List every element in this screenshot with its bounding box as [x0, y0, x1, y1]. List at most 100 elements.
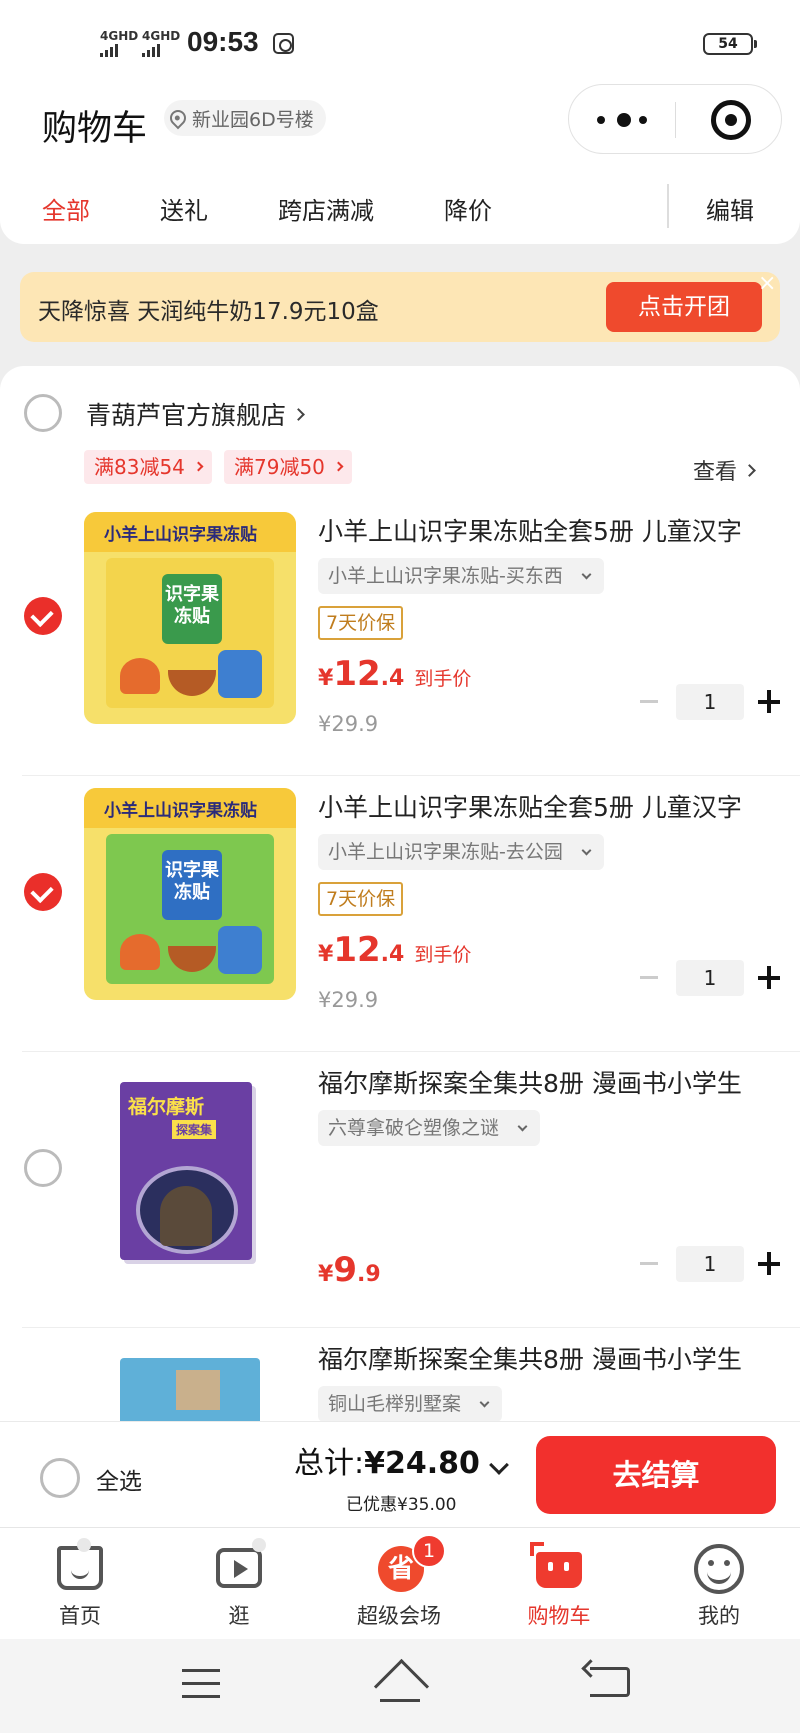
shop-name: 青葫芦官方旗舰店	[86, 401, 287, 430]
select-all-label[interactable]: 全选	[96, 1462, 142, 1496]
tab-cart[interactable]: 购物车	[494, 1528, 624, 1640]
sku-label: 铜山毛榉别墅案	[328, 1393, 462, 1415]
product-image[interactable]: 小羊上山识字果冻贴 识字果冻贴	[84, 788, 296, 1000]
tab-cross-store-discount[interactable]: 跨店满减	[278, 191, 374, 226]
quantity-stepper: 1	[640, 1246, 786, 1282]
shop-name-link[interactable]: 青葫芦官方旗舰店	[86, 396, 305, 432]
coupon-label: 满83减54	[94, 455, 185, 479]
bottom-tab-bar: 首页 逛 省 1 超级会场 购物车 我的	[0, 1527, 800, 1639]
item-checkbox[interactable]	[24, 1149, 62, 1187]
edit-button[interactable]: 编辑	[706, 191, 754, 226]
more-icon[interactable]	[597, 113, 657, 127]
coupon-tag[interactable]: 满79减50	[224, 450, 352, 484]
total-amount: 总计:¥24.80	[294, 1446, 480, 1481]
app-notification-icon	[273, 33, 294, 54]
tab-label: 超级会场	[357, 1604, 441, 1628]
clock: 09:53	[187, 26, 259, 57]
view-coupons-link[interactable]: 查看	[693, 454, 756, 486]
location-selector[interactable]: 新业园6D号楼	[164, 100, 326, 136]
increase-button[interactable]	[758, 1252, 782, 1276]
recent-apps-icon[interactable]	[182, 1669, 220, 1699]
increase-button[interactable]	[758, 690, 782, 714]
location-pin-icon	[166, 106, 190, 130]
product-title[interactable]: 福尔摩斯探案全集共8册 漫画书小学生	[318, 1340, 742, 1376]
network-indicator-2: 4GHD	[142, 29, 181, 43]
dot-badge	[252, 1538, 266, 1552]
chevron-down-icon[interactable]	[489, 1455, 509, 1475]
filter-tabs: 全部 送礼 跨店满减 降价 编辑	[0, 184, 800, 230]
sku-label: 小羊上山识字果冻贴-买东西	[328, 565, 563, 587]
tab-home[interactable]: 首页	[15, 1528, 145, 1640]
home-icon	[57, 1546, 103, 1590]
tab-super-venue[interactable]: 省 1 超级会场	[334, 1528, 464, 1640]
chevron-right-icon	[292, 407, 305, 421]
count-badge: 1	[412, 1534, 446, 1568]
chevron-right-icon	[333, 461, 344, 472]
cart-item: 小羊上山识字果冻贴 识字果冻贴 小羊上山识字果冻贴全套5册 儿童汉字 小羊上山识…	[0, 500, 800, 776]
decrease-button[interactable]	[640, 976, 658, 979]
sku-label: 六尊拿破仑塑像之谜	[328, 1117, 500, 1139]
decrease-button[interactable]	[640, 700, 658, 703]
chevron-down-icon	[517, 1121, 528, 1132]
chevron-down-icon	[581, 569, 592, 580]
product-title[interactable]: 小羊上山识字果冻贴全套5册 儿童汉字	[318, 512, 742, 548]
tab-me[interactable]: 我的	[654, 1528, 784, 1640]
play-icon	[216, 1548, 262, 1588]
status-bar: 4GHD 4GHD 09:53 54	[0, 0, 800, 84]
checkout-button[interactable]: 去结算	[536, 1436, 776, 1514]
cart-item: 小羊上山识字果冻贴 识字果冻贴 小羊上山识字果冻贴全套5册 儿童汉字 小羊上山识…	[0, 776, 800, 1052]
tab-browse[interactable]: 逛	[174, 1528, 304, 1640]
join-group-button[interactable]: 点击开团	[606, 282, 762, 332]
tab-divider	[667, 184, 669, 228]
sku-selector[interactable]: 六尊拿破仑塑像之谜	[318, 1110, 541, 1146]
product-title[interactable]: 福尔摩斯探案全集共8册 漫画书小学生	[318, 1064, 742, 1100]
tab-gift[interactable]: 送礼	[160, 191, 208, 226]
cover-subtitle: 探案集	[172, 1120, 217, 1139]
cover-title: 福尔摩斯	[128, 1096, 205, 1118]
product-image[interactable]: 小羊上山识字果冻贴 识字果冻贴	[84, 512, 296, 724]
quantity-value[interactable]: 1	[676, 960, 744, 996]
cover-card-text: 识字果冻贴	[162, 850, 222, 920]
cover-card-text: 识字果冻贴	[162, 574, 222, 644]
battery-icon: 54	[703, 33, 757, 55]
product-image[interactable]: 福尔摩斯 探案集	[84, 1064, 296, 1276]
item-checkbox[interactable]	[24, 873, 62, 911]
tab-label: 首页	[59, 1604, 101, 1628]
checkout-bar: 全选 总计:¥24.80 已优惠¥35.00 去结算	[0, 1421, 800, 1527]
home-key-icon[interactable]	[376, 1663, 424, 1703]
header: 购物车 新业园6D号楼 全部 送礼 跨店满减 降价 编辑	[0, 84, 800, 244]
sku-selector[interactable]: 小羊上山识字果冻贴-买东西	[318, 558, 604, 594]
tab-label: 逛	[228, 1604, 250, 1628]
location-label: 新业园6D号楼	[192, 108, 314, 131]
item-price: ¥9.9	[318, 1250, 381, 1290]
item-price: ¥12.4 到手价	[318, 930, 472, 970]
product-title[interactable]: 小羊上山识字果冻贴全套5册 儿童汉字	[318, 788, 742, 824]
decrease-button[interactable]	[640, 1262, 658, 1265]
promo-text: 天降惊喜 天润纯牛奶17.9元10盒	[38, 299, 379, 325]
shop-checkbox[interactable]	[24, 394, 62, 432]
page-title: 购物车	[42, 109, 148, 149]
quantity-value[interactable]: 1	[676, 684, 744, 720]
tab-all[interactable]: 全部	[42, 191, 90, 226]
increase-button[interactable]	[758, 966, 782, 990]
network-indicator: 4GHD	[100, 29, 139, 43]
item-checkbox[interactable]	[24, 597, 62, 635]
coupon-tag[interactable]: 满83减54	[84, 450, 212, 484]
sku-label: 小羊上山识字果冻贴-去公园	[328, 841, 563, 863]
back-icon[interactable]	[590, 1667, 630, 1697]
tab-price-drop[interactable]: 降价	[444, 191, 492, 226]
coupon-label: 满79减50	[234, 455, 325, 479]
cover-title: 小羊上山识字果冻贴	[104, 525, 257, 545]
select-all-checkbox[interactable]	[40, 1458, 80, 1498]
sku-selector[interactable]: 铜山毛榉别墅案	[318, 1386, 503, 1422]
close-miniprogram-icon[interactable]	[711, 100, 751, 140]
chevron-down-icon	[581, 845, 592, 856]
tab-label: 购物车	[527, 1604, 591, 1628]
close-icon[interactable]: ×	[758, 273, 776, 295]
quantity-value[interactable]: 1	[676, 1246, 744, 1282]
original-price: ¥29.9	[318, 988, 379, 1012]
original-price: ¥29.9	[318, 712, 379, 736]
sku-selector[interactable]: 小羊上山识字果冻贴-去公园	[318, 834, 604, 870]
item-price: ¥12.4 到手价	[318, 654, 472, 694]
cover-title: 小羊上山识字果冻贴	[104, 801, 257, 821]
